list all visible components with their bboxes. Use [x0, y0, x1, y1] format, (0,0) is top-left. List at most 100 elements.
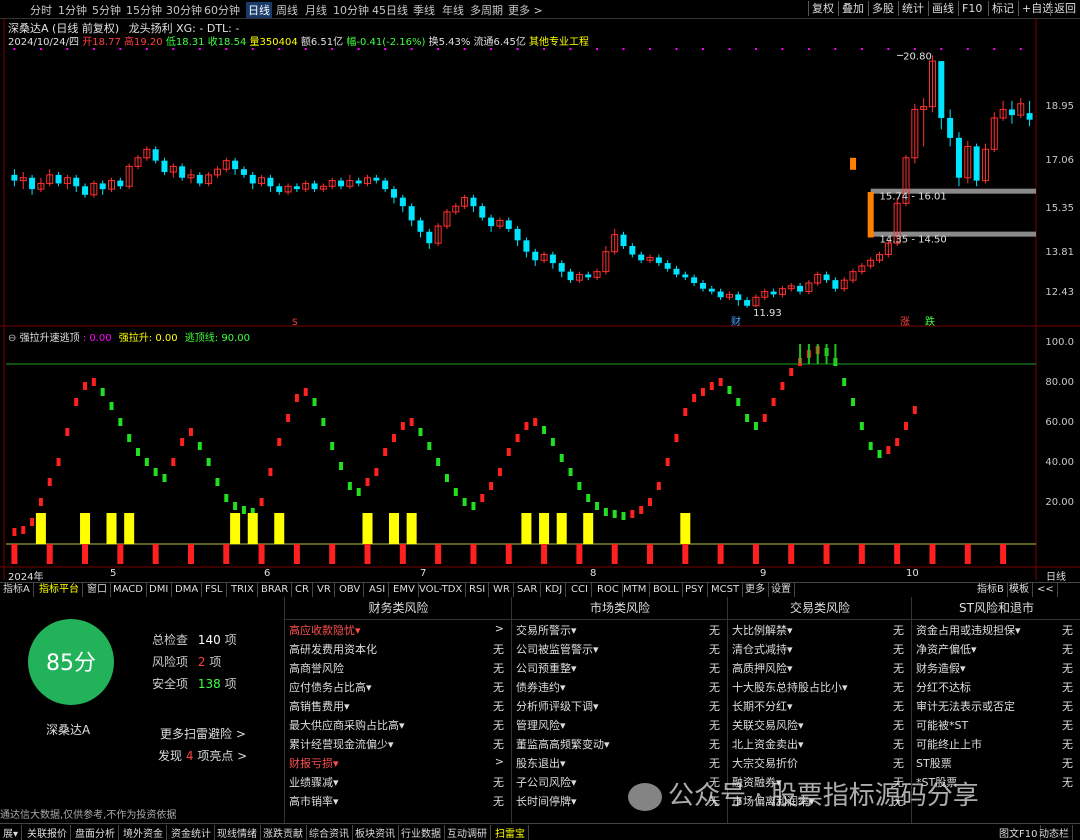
- indicator-tab[interactable]: TRIX: [228, 583, 258, 597]
- risk-row[interactable]: 十大股东总持股占比小▾ 无: [728, 676, 912, 695]
- score-circle: 85分: [28, 619, 114, 705]
- risk-row[interactable]: 大宗交易折价 无: [728, 752, 912, 771]
- risk-row[interactable]: 关联交易风险▾ 无: [728, 714, 912, 733]
- indicator-tab[interactable]: 设置: [768, 583, 795, 597]
- risk-row[interactable]: 业绩骤减▾ 无: [285, 771, 512, 790]
- status-tab[interactable]: 盘面分析: [72, 825, 119, 840]
- risk-row[interactable]: 分红不达标 无: [912, 676, 1080, 695]
- risk-item-value: 无: [709, 624, 720, 637]
- status-tab-right[interactable]: 图文F10: [996, 825, 1042, 840]
- indicator-tab-right[interactable]: 指标B: [974, 583, 1008, 597]
- indicator-tab[interactable]: MTM: [620, 583, 651, 597]
- risk-row[interactable]: 董监高高频繁变动▾ 无: [512, 733, 728, 752]
- more-scan-link[interactable]: 更多扫雷避险 >: [160, 725, 246, 742]
- risk-row[interactable]: 股东退出▾ 无: [512, 752, 728, 771]
- status-tab[interactable]: 现线情绪: [214, 825, 261, 840]
- strong-pull-bar: [247, 513, 258, 544]
- oscillator-bar: [709, 382, 714, 390]
- status-tab[interactable]: 资金统计: [168, 825, 215, 840]
- indicator-tab[interactable]: BOLL: [650, 583, 683, 597]
- status-tab[interactable]: 综合资讯: [306, 825, 353, 840]
- risk-row[interactable]: 财报亏损▾ >: [285, 752, 512, 771]
- risk-row[interactable]: 公司被监管警示▾ 无: [512, 638, 728, 657]
- indicator-tab[interactable]: VOL-TDX: [416, 583, 467, 597]
- oscillator-bar: [118, 418, 123, 426]
- indicator-tab[interactable]: BRAR: [258, 583, 293, 597]
- risk-row[interactable]: ST股票 无: [912, 752, 1080, 771]
- risk-row[interactable]: 债券违约▾ 无: [512, 676, 728, 695]
- risk-row[interactable]: 资金占用或违规担保▾ 无: [912, 619, 1080, 638]
- status-tab[interactable]: 境外资金: [120, 825, 167, 840]
- indicator-tab-right[interactable]: 模板: [1006, 583, 1033, 597]
- risk-row[interactable]: 公司预重整▾ 无: [512, 657, 728, 676]
- risk-row[interactable]: 最大供应商采购占比高▾ 无: [285, 714, 512, 733]
- indicator-tab[interactable]: ROC: [594, 583, 623, 597]
- signal-dot: [198, 48, 201, 50]
- indicator-tab[interactable]: KDJ: [542, 583, 567, 597]
- status-tab[interactable]: 扫雷宝: [492, 825, 529, 840]
- indicator-tab[interactable]: 指标A: [0, 583, 34, 597]
- status-tab-right[interactable]: 动态栏: [1036, 825, 1073, 840]
- indicator-tab[interactable]: DMA: [172, 583, 203, 597]
- indicator-tab[interactable]: 更多: [742, 583, 769, 597]
- candle-body: [585, 274, 592, 278]
- risk-row[interactable]: 高研发费用资本化 无: [285, 638, 512, 657]
- indicator-tab[interactable]: CR: [292, 583, 313, 597]
- oscillator-bar: [180, 438, 185, 446]
- indicator-tab[interactable]: SAR: [514, 583, 542, 597]
- indicator-tab[interactable]: EMV: [390, 583, 419, 597]
- indicator-tab[interactable]: MACD: [110, 583, 147, 597]
- indicator-tab[interactable]: RSI: [466, 583, 490, 597]
- risk-row[interactable]: 累计经营现金流偏少▾ 无: [285, 733, 512, 752]
- risk-row[interactable]: 清仓式减持▾ 无: [728, 638, 912, 657]
- risk-row[interactable]: 长期不分红▾ 无: [728, 695, 912, 714]
- strong-pull-bar: [274, 513, 285, 544]
- indicator-tab[interactable]: MCST: [708, 583, 744, 597]
- risk-item-value: 无: [493, 681, 504, 694]
- indicator-tab[interactable]: VR: [314, 583, 335, 597]
- indicator-tab[interactable]: ASI: [366, 583, 390, 597]
- risk-row[interactable]: 管理风险▾ 无: [512, 714, 728, 733]
- risk-item-name: 清仓式减持▾: [732, 643, 793, 656]
- risk-row[interactable]: 高质押风险▾ 无: [728, 657, 912, 676]
- status-tab[interactable]: 展▾: [0, 825, 23, 840]
- risk-item-name: 管理风险▾: [516, 719, 566, 732]
- status-tab[interactable]: 关联报价: [24, 825, 71, 840]
- status-tab[interactable]: 板块资讯: [352, 825, 399, 840]
- kline-chart[interactable]: 20.80 11.93 15.74 - 16.01 14.35 - 14.50 S 财 涨 跌: [0, 0, 1080, 597]
- indicator-tab[interactable]: 窗口: [84, 583, 111, 597]
- risk-row[interactable]: 高应收款隐忧▾ >: [285, 619, 512, 638]
- status-tab[interactable]: 涨跌贡献: [260, 825, 307, 840]
- indicator-tab[interactable]: PSY: [682, 583, 708, 597]
- gap-range-label: 15.74 - 16.01: [880, 192, 947, 203]
- risk-row[interactable]: 交易所警示▾ 无: [512, 619, 728, 638]
- candle-body: [770, 291, 777, 295]
- risk-row[interactable]: 净资产偏低▾ 无: [912, 638, 1080, 657]
- risk-row[interactable]: 可能终止上市 无: [912, 733, 1080, 752]
- risk-row[interactable]: 大比例解禁▾ 无: [728, 619, 912, 638]
- indicator-tab-right[interactable]: <<: [1034, 583, 1058, 597]
- risk-row[interactable]: 应付债务占比高▾ 无: [285, 676, 512, 695]
- risk-row[interactable]: 高市销率▾ 无: [285, 790, 512, 809]
- risk-row[interactable]: 可能被*ST 无: [912, 714, 1080, 733]
- highlights-link[interactable]: 发现 4 项亮点 >: [158, 747, 247, 764]
- risk-row[interactable]: 财务造假▾ 无: [912, 657, 1080, 676]
- risk-row[interactable]: 北上资金卖出▾ 无: [728, 733, 912, 752]
- indicator-tab[interactable]: OBV: [336, 583, 365, 597]
- sub-indicator-collapse-icon[interactable]: ⊖: [8, 333, 16, 344]
- status-tab[interactable]: 行业数据: [398, 825, 445, 840]
- risk-row[interactable]: 审计无法表示或否定 无: [912, 695, 1080, 714]
- indicator-tab[interactable]: WR: [490, 583, 514, 597]
- risk-unit: 项: [209, 655, 222, 669]
- status-tab[interactable]: 互动调研: [444, 825, 491, 840]
- indicator-tab[interactable]: CCI: [568, 583, 592, 597]
- indicator-tab[interactable]: 指标平台: [36, 583, 83, 597]
- risk-row[interactable]: 高销售费用▾ 无: [285, 695, 512, 714]
- risk-row[interactable]: 分析师评级下调▾ 无: [512, 695, 728, 714]
- risk-row[interactable]: 高商誉风险 无: [285, 657, 512, 676]
- indicator-tab[interactable]: DMI: [146, 583, 173, 597]
- signal-dot: [251, 48, 254, 50]
- candle-body: [417, 220, 424, 232]
- risk-item-value: 无: [1062, 738, 1073, 751]
- indicator-tab[interactable]: FSL: [202, 583, 227, 597]
